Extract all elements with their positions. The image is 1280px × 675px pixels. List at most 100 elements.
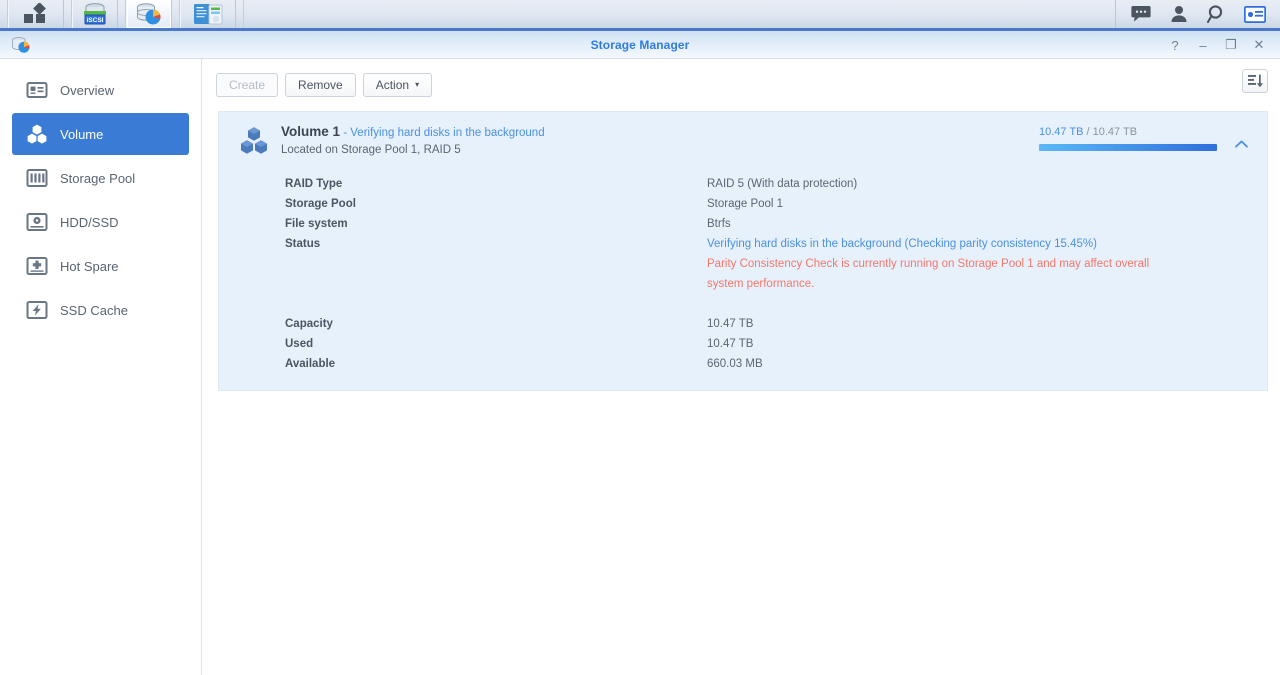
detail-value-status: Verifying hard disks in the background (… <box>707 238 1097 250</box>
storage-manager-window: Storage Manager ? – ❐ ✕ Overview Volume … <box>0 31 1280 675</box>
sidebar-item-storage-pool[interactable]: Storage Pool <box>12 157 189 199</box>
detail-key: Status <box>285 238 321 250</box>
detail-key <box>233 254 707 294</box>
taskbar-iscsi-manager-button[interactable]: iSCSI <box>72 0 118 28</box>
window-controls: ? – ❐ ✕ <box>1162 31 1272 59</box>
volume-header-text: Volume 1 - Verifying hard disks in the b… <box>281 124 545 156</box>
capacity-text: 10.47 TB / 10.47 TB <box>1039 126 1217 138</box>
volume-subtitle: Located on Storage Pool 1, RAID 5 <box>281 144 461 156</box>
storage-manager-icon <box>137 3 161 25</box>
volume-status-short: Verifying hard disks in the background <box>350 127 545 139</box>
sidebar-item-hdd-ssd[interactable]: HDD/SSD <box>12 201 189 243</box>
minimize-button[interactable]: – <box>1190 32 1216 58</box>
toolbar: Create Remove Action ▾ <box>216 69 1268 101</box>
capacity-total: / 10.47 TB <box>1083 126 1138 138</box>
package-center-icon <box>194 4 223 25</box>
collapse-panel-button[interactable] <box>1231 136 1251 152</box>
detail-row-available: Available 660.03 MB <box>233 354 1253 374</box>
sidebar-item-hot-spare[interactable]: Hot Spare <box>12 245 189 287</box>
taskbar-divider-1 <box>64 0 72 28</box>
sidebar-item-label: Storage Pool <box>60 170 136 186</box>
widgets-icon <box>1244 5 1266 23</box>
svg-text:iSCSI: iSCSI <box>87 17 104 24</box>
taskbar-search-button[interactable] <box>1198 0 1236 30</box>
parity-check-warning: Parity Consistency Check is currently ru… <box>707 258 1150 290</box>
iscsi-manager-icon: iSCSI <box>84 3 106 25</box>
detail-key: Capacity <box>285 318 333 330</box>
detail-row-warning: Parity Consistency Check is currently ru… <box>233 254 1253 294</box>
detail-value: Btrfs <box>707 218 731 230</box>
taskbar-divider-3 <box>172 0 180 28</box>
detail-key: Available <box>285 358 336 370</box>
detail-value: 10.47 TB <box>707 338 754 350</box>
sort-order-button[interactable] <box>1242 69 1268 93</box>
volume-icon <box>27 124 47 144</box>
taskbar-tray <box>1115 0 1280 28</box>
window-titlebar[interactable]: Storage Manager ? – ❐ ✕ <box>0 31 1280 59</box>
detail-key: File system <box>285 218 348 230</box>
volume-title-line: Volume 1 - Verifying hard disks in the b… <box>281 124 545 139</box>
detail-row-file-system: File system Btrfs <box>233 214 1253 234</box>
volume-panel-header: Volume 1 - Verifying hard disks in the b… <box>233 124 1253 156</box>
ssd-cache-icon <box>26 301 48 319</box>
sidebar-item-label: Overview <box>60 82 115 98</box>
sidebar-item-label: Volume <box>60 126 104 142</box>
sidebar-item-label: SSD Cache <box>60 302 128 318</box>
capacity-progress-bar <box>1039 144 1217 151</box>
volume-title-separator: - <box>340 127 351 139</box>
sidebar-item-label: HDD/SSD <box>60 214 119 230</box>
detail-key: Used <box>285 338 314 350</box>
remove-button[interactable]: Remove <box>285 73 356 97</box>
detail-key: RAID Type <box>285 178 343 190</box>
sidebar: Overview Volume Storage Pool HDD/SSD Hot… <box>0 59 202 675</box>
taskbar-left-edge <box>0 0 8 28</box>
detail-row-storage-pool: Storage Pool Storage Pool 1 <box>233 194 1253 214</box>
taskbar-notifications-button[interactable] <box>1122 0 1160 30</box>
taskbar-widgets-button[interactable] <box>1236 0 1274 30</box>
create-button[interactable]: Create <box>216 73 279 97</box>
chevron-down-icon: ▾ <box>415 80 420 89</box>
search-icon <box>1207 5 1223 24</box>
overview-icon <box>26 82 48 98</box>
storage-pool-icon <box>26 169 48 187</box>
details-spacer <box>233 294 1253 314</box>
window-title: Storage Manager <box>590 37 690 52</box>
notifications-icon <box>1131 6 1151 22</box>
taskbar-app-buttons: iSCSI <box>8 0 244 28</box>
chevron-up-icon <box>1234 140 1248 148</box>
detail-row-status: Status Verifying hard disks in the backg… <box>233 234 1253 254</box>
taskbar-main-menu-button[interactable] <box>8 0 64 28</box>
action-button[interactable]: Action ▾ <box>362 73 433 97</box>
close-button[interactable]: ✕ <box>1246 32 1272 58</box>
hot-spare-icon <box>26 257 48 275</box>
desktop-taskbar: iSCSI <box>0 0 1280 31</box>
capacity-indicator: 10.47 TB / 10.47 TB <box>1039 126 1217 151</box>
capacity-progress-fill <box>1039 144 1217 151</box>
volume-title: Volume 1 <box>281 124 341 139</box>
taskbar-storage-manager-button[interactable] <box>126 0 172 28</box>
detail-row-used: Used 10.47 TB <box>233 334 1253 354</box>
taskbar-divider-4 <box>236 0 244 28</box>
volume-panel[interactable]: Volume 1 - Verifying hard disks in the b… <box>218 111 1268 391</box>
sidebar-item-volume[interactable]: Volume <box>12 113 189 155</box>
taskbar-package-center-button[interactable] <box>180 0 236 28</box>
sidebar-item-label: Hot Spare <box>60 258 119 274</box>
detail-row-capacity: Capacity 10.47 TB <box>233 314 1253 334</box>
detail-key: Storage Pool <box>285 198 356 210</box>
taskbar-user-button[interactable] <box>1160 0 1198 30</box>
window-body: Overview Volume Storage Pool HDD/SSD Hot… <box>0 59 1280 675</box>
user-account-icon <box>1171 6 1187 22</box>
taskbar-divider-2 <box>118 0 126 28</box>
maximize-button[interactable]: ❐ <box>1218 32 1244 58</box>
sidebar-item-ssd-cache[interactable]: SSD Cache <box>12 289 189 331</box>
volume-cubes-icon <box>241 127 267 154</box>
capacity-used: 10.47 TB <box>1039 126 1084 138</box>
detail-value: Storage Pool 1 <box>707 198 784 210</box>
help-button[interactable]: ? <box>1162 32 1188 58</box>
hdd-ssd-icon <box>26 213 48 231</box>
detail-value: 10.47 TB <box>707 318 754 330</box>
sidebar-item-overview[interactable]: Overview <box>12 69 189 111</box>
sort-order-icon <box>1247 74 1263 88</box>
volume-details-list: RAID Type RAID 5 (With data protection) … <box>233 174 1253 374</box>
content-area: Create Remove Action ▾ Volume 1 - Verify… <box>202 59 1280 675</box>
